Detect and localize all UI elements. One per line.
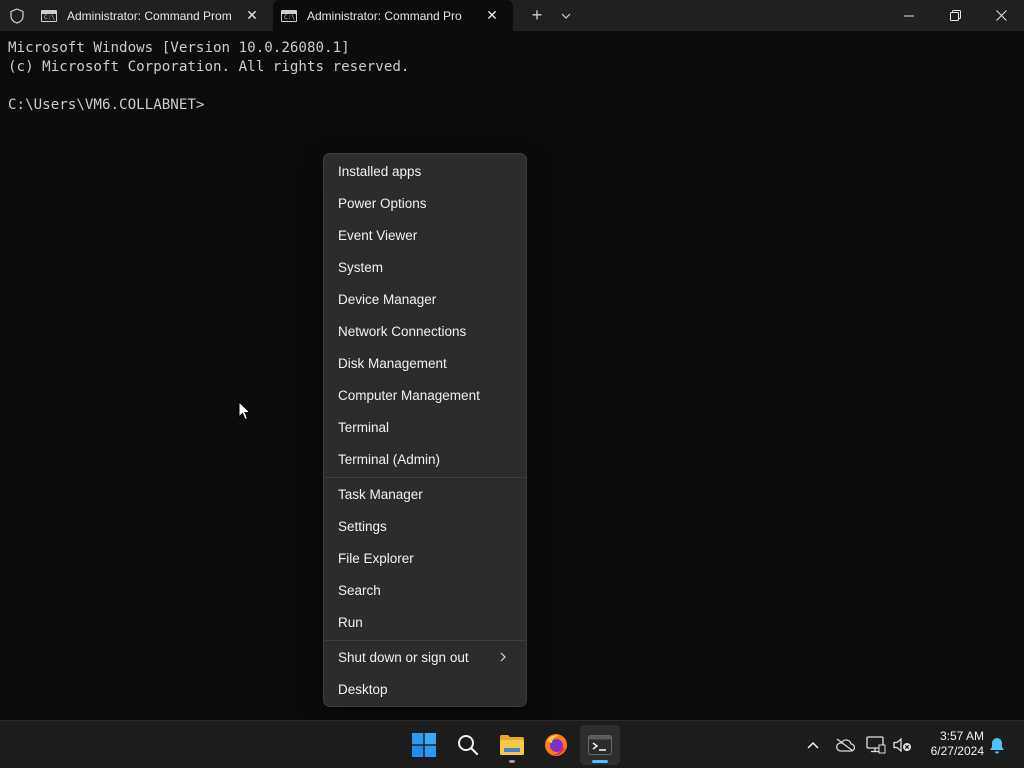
new-tab-button[interactable]: + <box>521 0 553 31</box>
menu-item-power-options[interactable]: Power Options <box>328 188 522 218</box>
tab-close-button[interactable]: ✕ <box>485 8 499 22</box>
restore-button[interactable] <box>932 0 978 31</box>
title-bar: C:\. Administrator: Command Prom ✕ C:\. … <box>0 0 1024 31</box>
menu-item-search[interactable]: Search <box>328 575 522 605</box>
menu-item-desktop[interactable]: Desktop <box>328 674 522 704</box>
menu-item-settings[interactable]: Settings <box>328 511 522 541</box>
notifications-button[interactable] <box>985 733 1009 757</box>
quick-link-menu: Installed apps Power Options Event Viewe… <box>323 153 527 707</box>
search-button[interactable] <box>448 725 488 765</box>
menu-item-installed-apps[interactable]: Installed apps <box>328 156 522 186</box>
restore-icon <box>949 10 961 21</box>
console-line: Microsoft Windows [Version 10.0.26080.1] <box>8 40 350 56</box>
minimize-icon <box>904 15 914 16</box>
cmd-icon: C:\. <box>41 9 58 22</box>
tab-command-prompt-1[interactable]: C:\. Administrator: Command Prom ✕ <box>33 0 273 31</box>
tab-close-button[interactable]: ✕ <box>245 8 259 22</box>
file-explorer-button[interactable] <box>492 725 532 765</box>
chevron-right-icon <box>500 652 506 662</box>
active-indicator <box>592 760 608 763</box>
admin-shield-icon <box>0 0 33 31</box>
tab-title: Administrator: Command Pro <box>307 8 462 23</box>
firefox-button[interactable] <box>536 725 576 765</box>
onedrive-button[interactable] <box>833 733 857 757</box>
menu-item-terminal[interactable]: Terminal <box>328 412 522 442</box>
bell-icon <box>990 737 1004 753</box>
windows-logo-icon <box>412 733 436 757</box>
console-line: ​ <box>8 77 409 96</box>
show-hidden-icons-button[interactable] <box>801 733 825 757</box>
firefox-icon <box>545 734 567 756</box>
tab-command-prompt-2[interactable]: C:\. Administrator: Command Pro ✕ <box>273 0 513 31</box>
menu-item-event-viewer[interactable]: Event Viewer <box>328 220 522 250</box>
folder-icon <box>500 735 524 755</box>
console-line: (c) Microsoft Corporation. All rights re… <box>8 59 410 75</box>
menu-item-disk-management[interactable]: Disk Management <box>328 348 522 378</box>
menu-item-terminal-admin[interactable]: Terminal (Admin) <box>328 444 522 474</box>
menu-item-computer-management[interactable]: Computer Management <box>328 380 522 410</box>
menu-item-task-manager[interactable]: Task Manager <box>328 479 522 509</box>
menu-item-shut-down-or-sign-out[interactable]: Shut down or sign out <box>328 642 522 672</box>
close-window-button[interactable] <box>978 0 1024 31</box>
menu-item-run[interactable]: Run <box>328 607 522 637</box>
menu-item-label: Shut down or sign out <box>338 649 469 665</box>
terminal-icon <box>588 735 612 755</box>
start-button[interactable] <box>404 725 444 765</box>
tab-title: Administrator: Command Prom <box>67 8 232 23</box>
menu-item-system[interactable]: System <box>328 252 522 282</box>
chevron-up-icon <box>807 741 819 749</box>
mouse-pointer-icon <box>238 401 251 421</box>
clock[interactable]: 3:57 AM 6/27/2024 <box>920 729 984 759</box>
taskbar: 3:57 AM 6/27/2024 <box>0 720 1024 768</box>
menu-item-network-connections[interactable]: Network Connections <box>328 316 522 346</box>
minimize-button[interactable] <box>886 0 932 31</box>
search-icon <box>458 735 479 756</box>
menu-separator <box>325 640 527 641</box>
running-indicator <box>509 760 515 763</box>
menu-separator <box>325 477 527 478</box>
menu-item-file-explorer[interactable]: File Explorer <box>328 543 522 573</box>
terminal-button[interactable] <box>580 725 620 765</box>
clock-date: 6/27/2024 <box>930 744 984 758</box>
menu-item-device-manager[interactable]: Device Manager <box>328 284 522 314</box>
onedrive-offline-icon <box>836 738 855 752</box>
cmd-icon: C:\. <box>281 9 298 22</box>
console-output[interactable]: Microsoft Windows [Version 10.0.26080.1]… <box>8 39 409 115</box>
volume-muted-icon <box>893 737 911 753</box>
close-icon <box>995 10 1007 21</box>
network-icon <box>866 736 886 754</box>
network-button[interactable] <box>864 733 888 757</box>
volume-button[interactable] <box>890 733 914 757</box>
chevron-down-icon <box>561 13 571 19</box>
tab-dropdown-button[interactable] <box>553 0 579 31</box>
clock-time: 3:57 AM <box>939 729 984 743</box>
console-prompt: C:\Users\VM6.COLLABNET> <box>8 97 205 113</box>
